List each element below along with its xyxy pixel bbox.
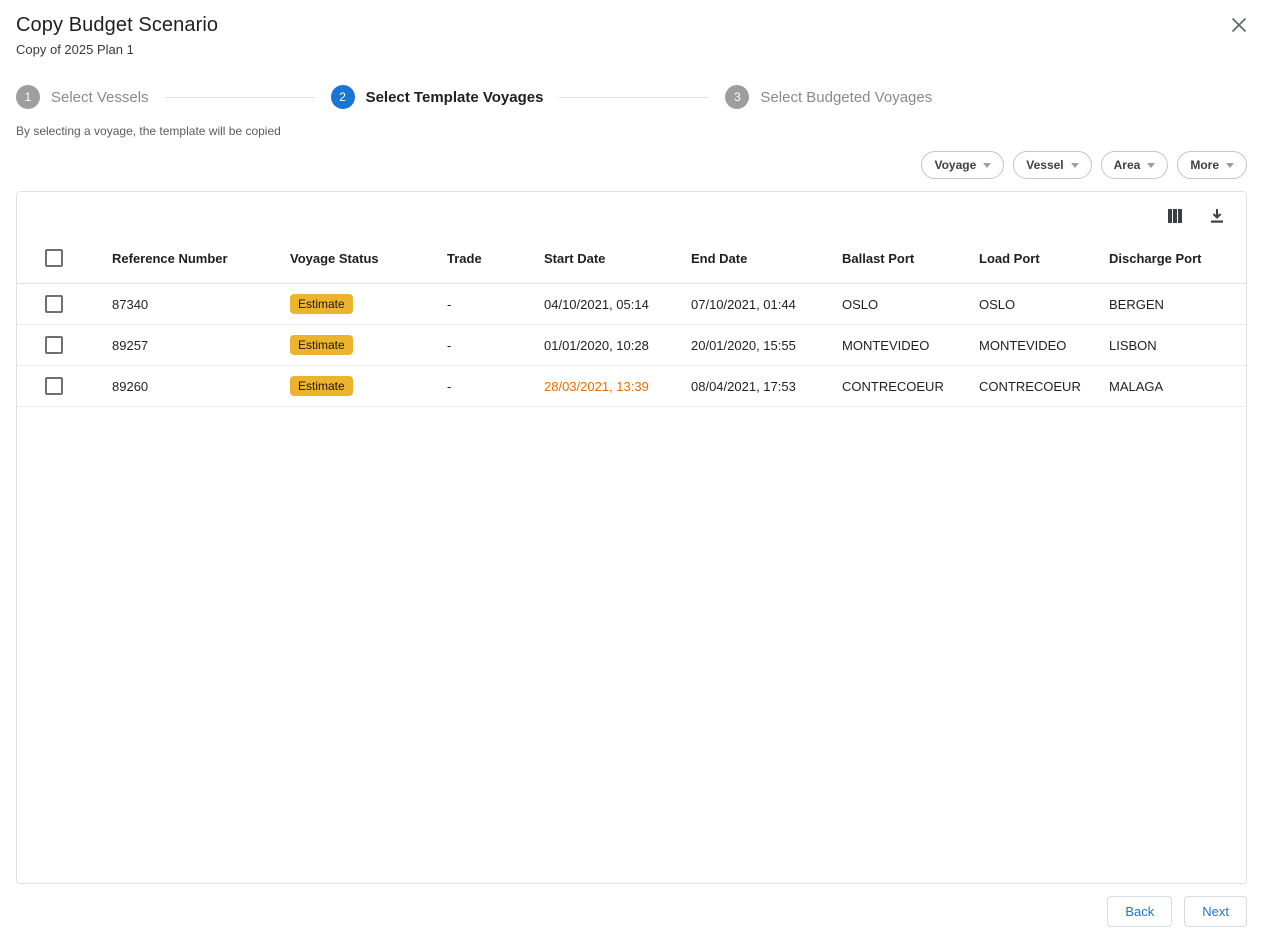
cell-ballast-port: MONTEVIDEO	[842, 325, 979, 366]
cell-reference-number: 87340	[112, 284, 290, 325]
column-header: Load Port	[979, 233, 1109, 284]
step-number: 2	[331, 85, 355, 109]
filter-chip-vessel[interactable]: Vessel	[1013, 151, 1091, 179]
step-number: 3	[725, 85, 749, 109]
column-header: Voyage Status	[290, 233, 447, 284]
cell-start-date: 04/10/2021, 05:14	[544, 284, 691, 325]
cell-discharge-port: MALAGA	[1109, 366, 1246, 407]
row-checkbox[interactable]	[45, 377, 63, 395]
stepper-step[interactable]: 1 Select Vessels	[16, 85, 149, 109]
row-checkbox-cell	[17, 325, 112, 366]
cell-load-port: CONTRECOEUR	[979, 366, 1109, 407]
stepper-connector	[165, 97, 315, 98]
table-body: 87340Estimate-04/10/2021, 05:1407/10/202…	[17, 284, 1246, 407]
columns-icon	[1166, 207, 1184, 225]
filter-row: Voyage Vessel Area More	[0, 151, 1263, 179]
step-label: Select Vessels	[51, 89, 149, 106]
column-header: Trade	[447, 233, 544, 284]
row-checkbox[interactable]	[45, 336, 63, 354]
select-all-cell	[17, 233, 112, 284]
modal-header: Copy Budget Scenario Copy of 2025 Plan 1	[0, 0, 1263, 57]
cell-start-date: 28/03/2021, 13:39	[544, 366, 691, 407]
cell-end-date: 20/01/2020, 15:55	[691, 325, 842, 366]
column-header: End Date	[691, 233, 842, 284]
filter-chip-label: Vessel	[1026, 158, 1063, 172]
table-toolbar	[17, 192, 1246, 233]
modal-subtitle: Copy of 2025 Plan 1	[16, 42, 1247, 57]
cell-reference-number: 89260	[112, 366, 290, 407]
table-row: 87340Estimate -04/10/2021, 05:1407/10/202…	[17, 284, 1246, 325]
modal-footer: Back Next	[0, 884, 1263, 941]
cell-trade: -	[447, 325, 544, 366]
cell-discharge-port: LISBON	[1109, 325, 1246, 366]
close-icon	[1231, 17, 1247, 33]
cell-discharge-port: BERGEN	[1109, 284, 1246, 325]
status-badge: Estimate	[290, 294, 353, 314]
filter-chip-label: More	[1190, 158, 1219, 172]
helper-text: By selecting a voyage, the template will…	[0, 124, 1263, 138]
close-button[interactable]	[1228, 14, 1250, 36]
chevron-down-icon	[983, 163, 991, 168]
next-button[interactable]: Next	[1184, 896, 1247, 927]
column-header: Discharge Port	[1109, 233, 1246, 284]
voyages-table-card: Reference NumberVoyage StatusTradeStart …	[16, 191, 1247, 884]
step-label: Select Budgeted Voyages	[760, 89, 932, 106]
stepper-connector	[559, 97, 709, 98]
cell-load-port: OSLO	[979, 284, 1109, 325]
stepper-step[interactable]: 2 Select Template Voyages	[331, 85, 544, 109]
filter-chip-voyage[interactable]: Voyage	[921, 151, 1004, 179]
row-checkbox[interactable]	[45, 295, 63, 313]
table-header-row: Reference NumberVoyage StatusTradeStart …	[17, 233, 1246, 284]
filter-chip-area[interactable]: Area	[1101, 151, 1169, 179]
cell-load-port: MONTEVIDEO	[979, 325, 1109, 366]
modal-title: Copy Budget Scenario	[16, 14, 1247, 37]
cell-end-date: 08/04/2021, 17:53	[691, 366, 842, 407]
cell-trade: -	[447, 284, 544, 325]
column-settings-button[interactable]	[1166, 207, 1184, 225]
voyages-table: Reference NumberVoyage StatusTradeStart …	[17, 233, 1246, 407]
cell-voyage-status: Estimate	[290, 284, 447, 325]
chevron-down-icon	[1226, 163, 1234, 168]
cell-ballast-port: OSLO	[842, 284, 979, 325]
stepper-step[interactable]: 3 Select Budgeted Voyages	[725, 85, 932, 109]
download-icon	[1208, 207, 1226, 225]
download-button[interactable]	[1208, 207, 1226, 225]
step-number: 1	[16, 85, 40, 109]
cell-reference-number: 89257	[112, 325, 290, 366]
cell-voyage-status: Estimate	[290, 366, 447, 407]
cell-voyage-status: Estimate	[290, 325, 447, 366]
filter-chip-label: Area	[1114, 158, 1141, 172]
step-label: Select Template Voyages	[366, 89, 544, 106]
select-all-checkbox[interactable]	[45, 249, 63, 267]
column-header: Ballast Port	[842, 233, 979, 284]
stepper: 1 Select Vessels 2 Select Template Voyages 3…	[0, 85, 1263, 109]
cell-ballast-port: CONTRECOEUR	[842, 366, 979, 407]
table-row: 89260Estimate -28/03/2021, 13:3908/04/202…	[17, 366, 1246, 407]
back-button[interactable]: Back	[1107, 896, 1172, 927]
row-checkbox-cell	[17, 284, 112, 325]
filter-chip-label: Voyage	[934, 158, 976, 172]
column-header: Start Date	[544, 233, 691, 284]
chevron-down-icon	[1071, 163, 1079, 168]
row-checkbox-cell	[17, 366, 112, 407]
cell-start-date: 01/01/2020, 10:28	[544, 325, 691, 366]
status-badge: Estimate	[290, 335, 353, 355]
status-badge: Estimate	[290, 376, 353, 396]
chevron-down-icon	[1147, 163, 1155, 168]
column-header: Reference Number	[112, 233, 290, 284]
filter-chip-more[interactable]: More	[1177, 151, 1247, 179]
cell-end-date: 07/10/2021, 01:44	[691, 284, 842, 325]
table-row: 89257Estimate -01/01/2020, 10:2820/01/202…	[17, 325, 1246, 366]
cell-trade: -	[447, 366, 544, 407]
